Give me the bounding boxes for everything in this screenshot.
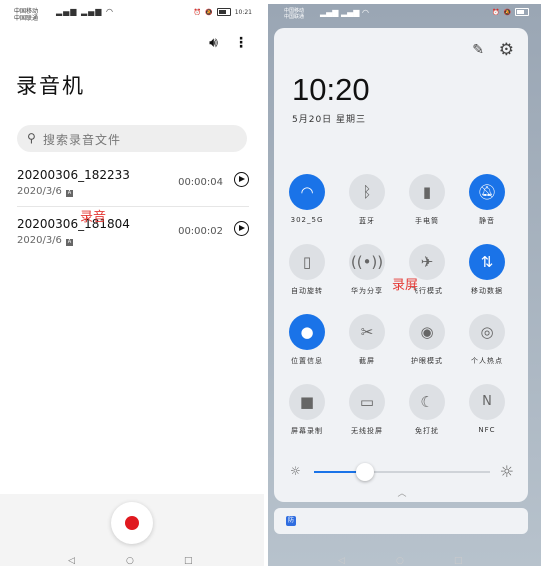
share-icon: ((•)) xyxy=(349,244,385,280)
status-bar: 中国移动 中国联通 ▂▄▆ ▂▄▆ ◠ ⏰ 🔕 xyxy=(284,7,531,21)
eye-icon: ◉ xyxy=(409,314,445,350)
home-icon[interactable]: ○ xyxy=(126,556,134,566)
expand-handle-icon[interactable]: ︿ xyxy=(394,490,410,499)
carrier-2: 中国联通 xyxy=(284,14,305,20)
tile-nfc[interactable]: N NFC xyxy=(457,384,517,434)
data-icon: ⇅ xyxy=(469,244,505,280)
overlay-label: 录音 xyxy=(80,210,107,225)
status-right: ⏰ 🔕 10:21 xyxy=(194,8,252,16)
bluetooth-icon: ᛒ xyxy=(349,174,385,210)
recents-icon[interactable]: □ xyxy=(454,556,463,566)
back-icon[interactable]: ◁ xyxy=(68,556,75,566)
tile-wireless-cast[interactable]: ▭ 无线投屏 xyxy=(337,384,397,436)
status-right: ⏰ 🔕 xyxy=(492,8,529,16)
overlay-label: 录屏 xyxy=(392,278,419,293)
brightness-track[interactable] xyxy=(314,463,490,481)
record-button[interactable] xyxy=(111,502,153,544)
tile-bluetooth[interactable]: ᛒ 蓝牙 xyxy=(337,174,397,226)
tile-location[interactable]: ● 位置信息 xyxy=(277,314,337,366)
divider xyxy=(17,206,249,207)
gear-icon[interactable]: ⚙ xyxy=(499,40,514,60)
page-title: 录音机 xyxy=(16,74,85,98)
tile-silent[interactable]: 🔕︎ 静音 xyxy=(457,174,517,226)
brightness-high-icon: ☼ xyxy=(499,462,514,481)
signal-icon: ▂▄▆ ▂▄▆ ◠ xyxy=(320,8,369,17)
location-icon: ● xyxy=(289,314,325,350)
toolbar: 🔊︎ ⋮ xyxy=(209,36,248,50)
status-bar: 中国移动 中国联通 ▂▄▆ ▂▄▆ ◠ ⏰ 🔕 10:21 xyxy=(14,6,252,22)
status-time: 10:21 xyxy=(234,8,252,16)
screenshot-icon: ✂ xyxy=(349,314,385,350)
edit-icon[interactable]: ✎ xyxy=(472,42,484,58)
nfc-icon: N xyxy=(469,384,505,420)
moon-icon: ☾ xyxy=(409,384,445,420)
brightness-knob[interactable] xyxy=(356,463,375,481)
recording-name: 20200306_181804 xyxy=(17,217,130,231)
play-icon[interactable] xyxy=(234,221,249,236)
date: 5月20日 星期三 xyxy=(292,115,367,125)
cast-icon: ▭ xyxy=(349,384,385,420)
control-panel: ✎ ⚙ 10:20 5月20日 星期三 ◠ 302_5G ᛒ 蓝牙 ▮ 手电筒 🔕︎ 静… xyxy=(274,28,528,502)
recents-icon[interactable]: □ xyxy=(184,556,193,566)
tile-auto-rotate[interactable]: ▯ 自动旋转 xyxy=(277,244,337,296)
mute-icon: 🔕 xyxy=(205,8,213,16)
bell-off-icon: 🔕︎ xyxy=(469,174,505,210)
wifi-icon: ◠ xyxy=(289,174,325,210)
tile-hotspot[interactable]: ◎ 个人热点 xyxy=(457,314,517,366)
carrier-2: 中国联通 xyxy=(14,15,39,22)
flashlight-icon: ▮ xyxy=(409,174,445,210)
control-center-screen: 中国移动 中国联通 ▂▄▆ ▂▄▆ ◠ ⏰ 🔕 ✎ ⚙ 10:20 5月20日 … xyxy=(268,4,541,566)
search-icon: ⚲ xyxy=(27,131,36,145)
recorder-screen: 中国移动 中国联通 ▂▄▆ ▂▄▆ ◠ ⏰ 🔕 10:21 🔊︎ ⋮ 录音机 ⚲… xyxy=(0,0,264,566)
search-input[interactable]: ⚲ 搜索录音文件 xyxy=(17,125,247,152)
tile-mobile-data[interactable]: ⇅ 移动数据 xyxy=(457,244,517,296)
recording-duration: 00:00:02 xyxy=(178,226,223,237)
app-notification-icon: 防 xyxy=(286,516,296,526)
hotspot-icon: ◎ xyxy=(469,314,505,350)
search-placeholder: 搜索录音文件 xyxy=(43,133,122,147)
more-icon[interactable]: ⋮ xyxy=(234,36,248,50)
tile-do-not-disturb[interactable]: ☾ 免打扰 xyxy=(397,384,457,436)
auto-tag-icon: A xyxy=(65,190,73,197)
alarm-icon: ⏰ xyxy=(492,8,500,16)
battery-icon xyxy=(515,8,529,16)
home-icon[interactable]: ○ xyxy=(396,556,404,566)
clock: 10:20 xyxy=(292,72,370,107)
signal-icon: ▂▄▆ ▂▄▆ ◠ xyxy=(56,7,114,16)
recording-date: 2020/3/6 A xyxy=(17,235,73,246)
tile-screenshot[interactable]: ✂ 截屏 xyxy=(337,314,397,366)
notification-bar[interactable]: 防 xyxy=(274,508,528,534)
play-icon[interactable] xyxy=(234,172,249,187)
alarm-icon: ⏰ xyxy=(193,8,202,16)
mute-icon: 🔕 xyxy=(503,8,511,16)
tile-flashlight[interactable]: ▮ 手电筒 xyxy=(397,174,457,226)
rotate-icon: ▯ xyxy=(289,244,325,280)
list-item[interactable]: 20200306_182233 2020/3/6 A 00:00:04 xyxy=(17,168,249,204)
recording-name: 20200306_182233 xyxy=(17,168,130,182)
battery-icon xyxy=(216,8,231,16)
volume-icon[interactable]: 🔊︎ xyxy=(209,36,218,50)
auto-tag-icon: A xyxy=(65,239,73,246)
recording-duration: 00:00:04 xyxy=(178,177,223,188)
list-item[interactable]: 20200306_181804 2020/3/6 A 00:00:02 xyxy=(17,217,249,253)
brightness-low-icon: ☼ xyxy=(290,464,301,478)
tile-wifi[interactable]: ◠ 302_5G xyxy=(277,174,337,224)
recording-date: 2020/3/6 A xyxy=(17,186,73,197)
tile-eye-comfort[interactable]: ◉ 护眼模式 xyxy=(397,314,457,366)
screen-record-icon: ■ xyxy=(289,384,325,420)
back-icon[interactable]: ◁ xyxy=(338,556,345,566)
tile-huawei-share[interactable]: ((•)) 华为分享 xyxy=(337,244,397,296)
brightness-slider[interactable]: ☼ ☼ xyxy=(290,462,514,482)
tile-screen-record[interactable]: ■ 屏幕录制 xyxy=(277,384,337,436)
